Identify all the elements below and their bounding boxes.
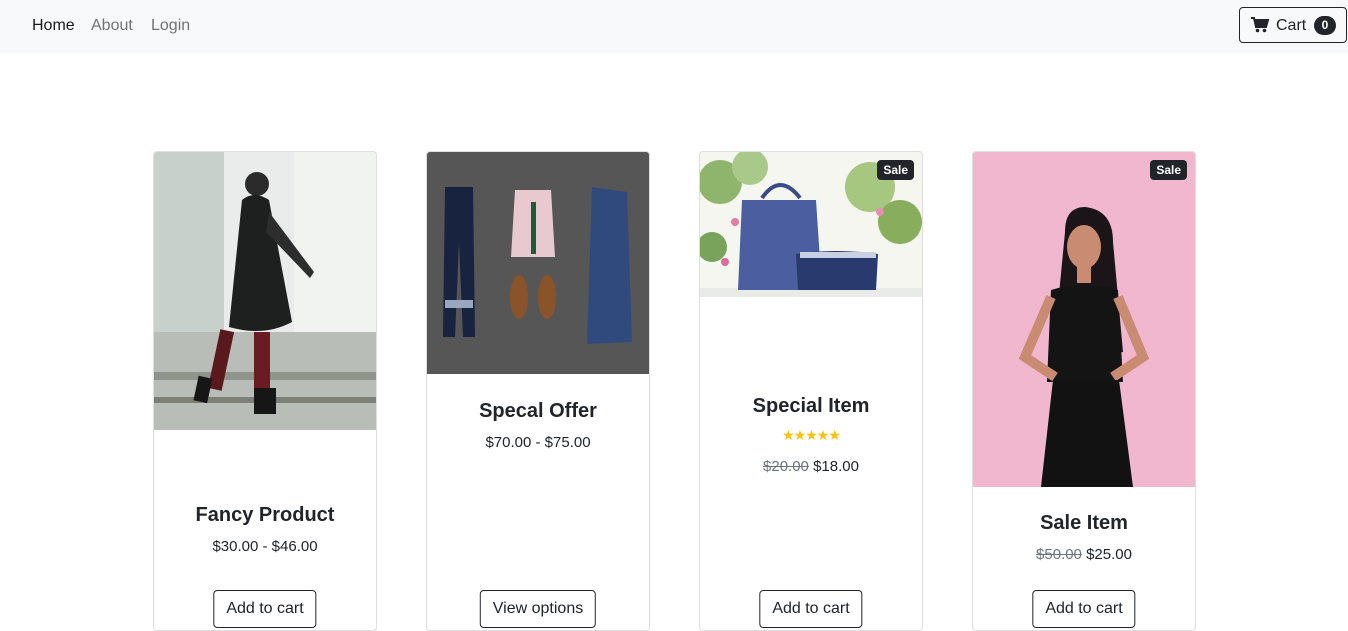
product-title: Sale Item — [1040, 512, 1128, 534]
add-to-cart-button[interactable]: Add to cart — [213, 590, 317, 628]
product-image — [154, 152, 376, 430]
nav-link-login[interactable]: Login — [151, 17, 190, 35]
sale-badge: Sale — [877, 160, 914, 180]
cart-label: Cart — [1276, 17, 1307, 34]
product-price: $20.00 $18.00 — [700, 458, 922, 475]
product-card-sale-item: Sale Sale Item $50.00 $25.00 Add to cart — [972, 151, 1196, 631]
sale-price: $25.00 — [1086, 546, 1132, 563]
product-card-fancy-product: Fancy Product $30.00 - $46.00 Add to car… — [153, 151, 377, 631]
product-image — [973, 152, 1195, 487]
star-icon: ★ — [828, 427, 841, 443]
nav-link-about[interactable]: About — [91, 17, 133, 35]
star-icon: ★ — [805, 427, 818, 443]
star-icon: ★ — [816, 427, 830, 443]
old-price: $20.00 — [763, 458, 809, 475]
product-card-specal-offer: Specal Offer $70.00 - $75.00 View option… — [426, 151, 650, 631]
sale-badge: Sale — [1150, 160, 1187, 180]
product-price: $30.00 - $46.00 — [212, 538, 318, 555]
add-to-cart-button[interactable]: Add to cart — [1032, 590, 1136, 628]
cart-count-badge: 0 — [1314, 16, 1336, 35]
navbar: Home About Login Cart 0 — [0, 0, 1348, 54]
star-icon: ★ — [793, 427, 807, 443]
add-to-cart-button[interactable]: Add to cart — [759, 590, 863, 628]
product-title: Special Item — [752, 395, 870, 417]
sale-price: $18.00 — [813, 458, 859, 475]
old-price: $50.00 — [1036, 546, 1082, 563]
nav-link-home[interactable]: Home — [32, 17, 75, 35]
view-options-button[interactable]: View options — [479, 590, 597, 628]
product-price: $70.00 - $75.00 — [485, 434, 591, 451]
product-title: Specal Offer — [479, 400, 597, 422]
product-title: Fancy Product — [195, 504, 335, 526]
cart-icon — [1251, 17, 1269, 33]
product-price: $50.00 $25.00 — [973, 546, 1195, 563]
product-image — [427, 152, 649, 374]
rating-stars: ★★★★★ — [700, 427, 922, 444]
star-icon: ★ — [782, 427, 795, 443]
product-card-special-item: Sale Special Item ★★★★★ $20.00 $18.00 Ad… — [699, 151, 923, 631]
cart-button[interactable]: Cart 0 — [1239, 7, 1347, 43]
